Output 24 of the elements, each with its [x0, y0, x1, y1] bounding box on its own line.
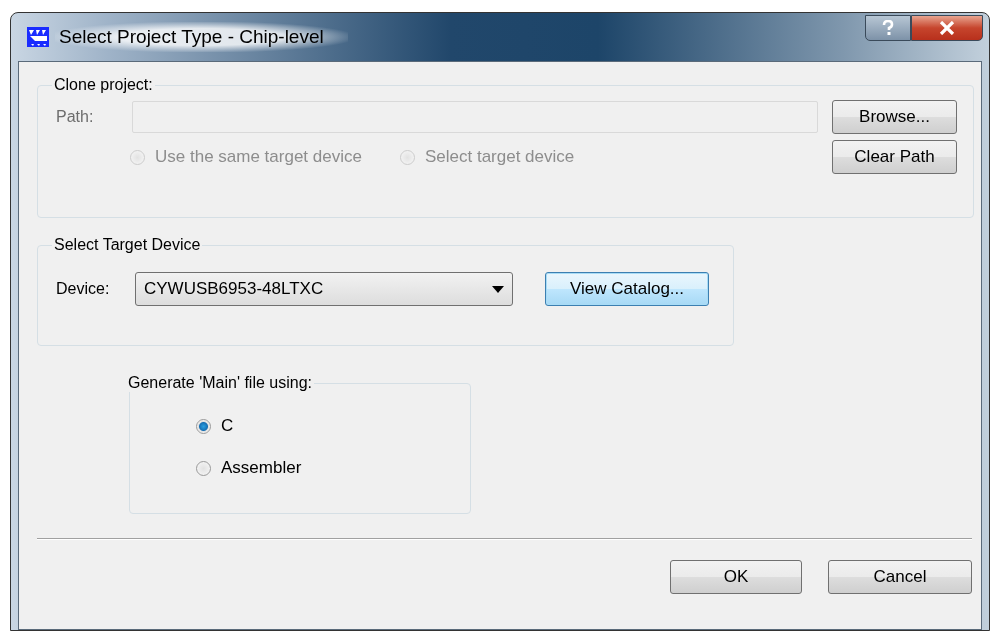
cancel-button[interactable]: Cancel: [828, 560, 972, 594]
app-icon: [27, 27, 49, 47]
radio-button[interactable]: [196, 460, 211, 476]
radio-label: Assembler: [221, 458, 302, 478]
radio-option[interactable]: Assembler: [196, 458, 470, 478]
clear-path-button[interactable]: Clear Path: [832, 140, 957, 174]
help-button[interactable]: [865, 15, 911, 41]
device-dropdown[interactable]: CYWUSB6953-48LTXC: [135, 272, 513, 306]
dropdown-arrow-icon: [492, 285, 504, 293]
path-label: Path:: [56, 108, 95, 126]
radio-button[interactable]: [196, 418, 211, 434]
device-label: Device:: [56, 280, 111, 298]
group-label: Select Target Device: [53, 236, 202, 254]
browse-button[interactable]: Browse...: [832, 100, 957, 134]
close-button[interactable]: [911, 15, 983, 41]
ok-button[interactable]: OK: [670, 560, 802, 594]
close-icon: [939, 21, 955, 35]
radio-option[interactable]: C: [196, 416, 470, 436]
group-label: Clone project:: [53, 76, 154, 94]
radio-label: C: [221, 416, 234, 436]
group-label: Generate 'Main' file using:: [127, 374, 313, 392]
view-catalog-button[interactable]: View Catalog...: [545, 272, 709, 306]
help-icon: [881, 20, 895, 36]
window-title: Select Project Type - Chip-level: [55, 22, 348, 52]
